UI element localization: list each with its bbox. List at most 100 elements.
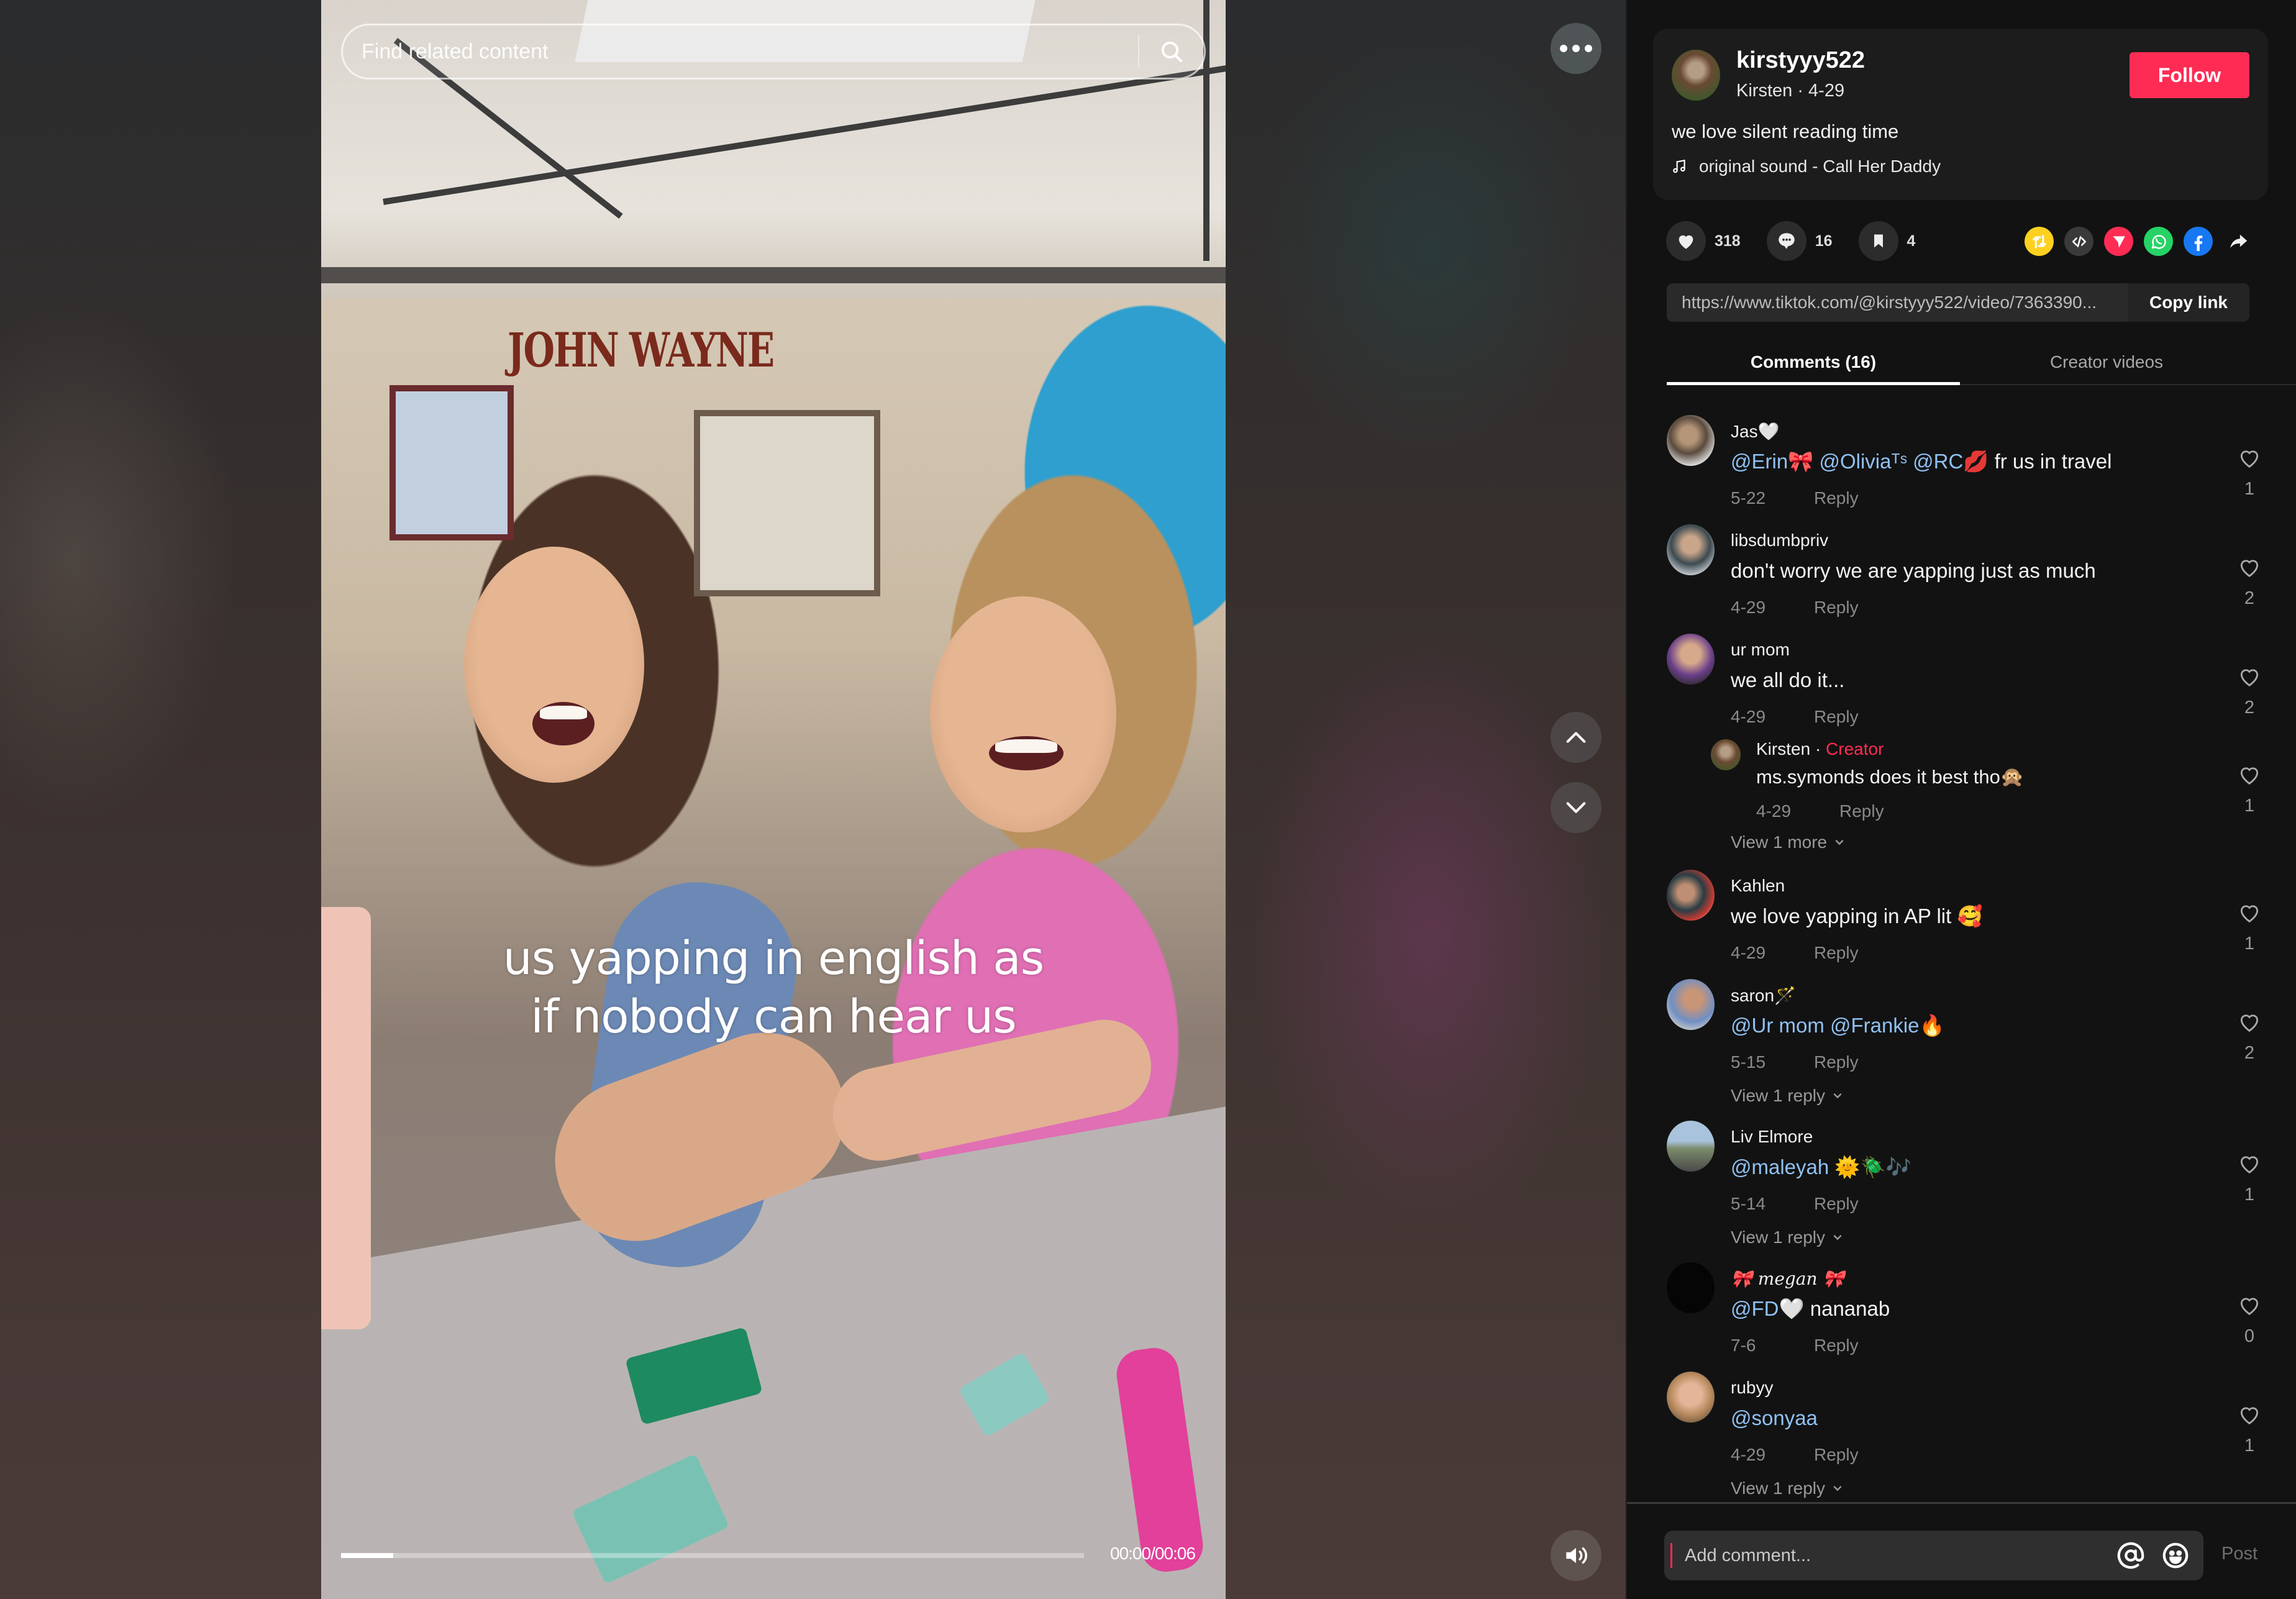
author-username[interactable]: kirstyyy522 [1736, 47, 1865, 74]
heart-icon [1679, 235, 1693, 249]
share-row [2025, 227, 2253, 256]
comment-like-button[interactable]: 1 [2234, 901, 2264, 954]
author-meta: Kirsten · 4-29 [1736, 81, 1845, 101]
caption-line: us yapping in english as [503, 932, 1044, 985]
comment-like-button[interactable]: 2 [2234, 555, 2264, 609]
comment-text: don't worry we are yapping just as much [1731, 559, 2096, 582]
comment-like-count: 1 [2244, 479, 2255, 499]
commenter-avatar[interactable] [1667, 1372, 1715, 1423]
commenter-avatar[interactable] [1667, 1121, 1715, 1172]
comment-like-button[interactable]: 2 [2234, 665, 2264, 718]
emoji-button[interactable] [2159, 1539, 2192, 1572]
chevron-down-icon [1833, 1093, 1842, 1099]
more-options-button[interactable] [1551, 23, 1601, 74]
copy-link-button[interactable]: Copy link [2128, 283, 2249, 322]
comment-button[interactable]: 16 [1766, 221, 1833, 261]
view-more-replies[interactable]: View 1 more [1731, 832, 1846, 852]
commenter-name[interactable]: Kahlen [1731, 876, 1785, 896]
mention-link[interactable]: @FD🤍 [1731, 1297, 1805, 1320]
author-avatar[interactable] [1672, 50, 1720, 101]
next-video-button[interactable] [1551, 782, 1601, 833]
tab-creator-videos[interactable]: Creator videos [1960, 340, 2253, 384]
mention-link[interactable]: @maleyah [1731, 1155, 1829, 1178]
scene-keychain [1113, 1344, 1206, 1575]
view-replies[interactable]: View 1 reply [1731, 1086, 1844, 1106]
commenter-name[interactable]: libsdumbpriv [1731, 531, 1828, 550]
reply-button[interactable]: Reply [1814, 1194, 1859, 1214]
mention-link[interactable]: @Ur mom [1731, 1014, 1824, 1037]
commenter-avatar[interactable] [1667, 870, 1715, 921]
commenter-avatar[interactable] [1667, 524, 1715, 575]
comment-like-button[interactable]: 1 [2234, 1403, 2264, 1456]
heart-outline-icon [2240, 767, 2259, 785]
commenter-name[interactable]: Liv Elmore [1731, 1127, 1813, 1147]
sound-link[interactable]: original sound - Call Her Daddy [1672, 157, 1941, 176]
previous-video-button[interactable] [1551, 712, 1601, 763]
sound-name: original sound - Call Her Daddy [1699, 157, 1941, 176]
comment-like-button[interactable]: 0 [2234, 1293, 2264, 1347]
comment-text: we all do it... [1731, 668, 1845, 691]
bookmark-icon [1874, 234, 1883, 248]
like-count: 318 [1715, 232, 1741, 250]
view-replies-label: View 1 reply [1731, 1478, 1826, 1498]
reply-like-button[interactable]: 1 [2234, 763, 2264, 816]
mention-link[interactable]: @sonyaa [1731, 1406, 1818, 1429]
mention-link[interactable]: @Frankie🔥 [1830, 1014, 1945, 1037]
commenter-name[interactable]: saron🪄 [1731, 985, 1796, 1006]
repost-icon [2032, 234, 2046, 248]
reply-button[interactable]: Reply [1814, 1445, 1859, 1465]
mention-button[interactable] [2114, 1539, 2148, 1572]
tab-comments[interactable]: Comments (16) [1667, 340, 1960, 385]
commenter-avatar[interactable] [1667, 415, 1715, 466]
comment-list[interactable]: Jas🤍 @Erin🎀 @Oliviaᵀˢ @RC💋 fr us in trav… [1627, 386, 2296, 1500]
scene-poster [390, 385, 514, 540]
comment-like-button[interactable]: 2 [2234, 1010, 2264, 1064]
repost-button[interactable] [2025, 227, 2054, 256]
share-arrow-icon [2230, 234, 2247, 248]
send-to-friends-button[interactable] [2104, 227, 2133, 256]
commenter-avatar[interactable] [1667, 1262, 1715, 1313]
whatsapp-button[interactable] [2144, 227, 2173, 256]
commenter-avatar[interactable] [1667, 979, 1715, 1030]
search-input[interactable] [343, 39, 1138, 64]
reply-button[interactable]: Reply [1839, 801, 1884, 821]
reply-button[interactable]: Reply [1814, 943, 1859, 963]
panel-tabs: Comments (16) Creator videos [1667, 340, 2296, 385]
scene-board [694, 410, 880, 596]
commenter-name[interactable]: ur mom [1731, 640, 1790, 660]
composer-divider [1627, 1502, 2296, 1504]
commenter-name[interactable]: rubyy [1731, 1378, 1773, 1398]
replier-name[interactable]: Kirsten · Creator [1756, 739, 1884, 759]
commenter-name[interactable]: 🎀 megan 🎀 [1731, 1269, 1844, 1289]
reply-button[interactable]: Reply [1814, 707, 1859, 727]
volume-button[interactable] [1551, 1530, 1601, 1581]
save-circle [1858, 221, 1898, 261]
video-player[interactable]: JOHN WAYNE us yapping in english as if n… [321, 0, 1226, 1599]
like-button[interactable]: 318 [1666, 221, 1741, 261]
follow-button[interactable]: Follow [2130, 52, 2249, 98]
view-replies[interactable]: View 1 reply [1731, 1228, 1844, 1247]
search-button[interactable] [1139, 25, 1204, 78]
mention-link[interactable]: @Erin🎀 [1731, 450, 1813, 473]
mention-link[interactable]: @RC💋 [1913, 450, 1988, 473]
post-comment-button[interactable]: Post [2221, 1544, 2257, 1564]
view-replies[interactable]: View 1 reply [1731, 1478, 1844, 1498]
comment-like-button[interactable]: 1 [2234, 446, 2264, 499]
volume-icon [1566, 1547, 1587, 1564]
reply-button[interactable]: Reply [1814, 1336, 1859, 1355]
mention-link[interactable]: @Oliviaᵀˢ [1819, 450, 1907, 473]
share-link-text[interactable]: https://www.tiktok.com/@kirstyyy522/vide… [1667, 293, 2128, 312]
share-more-button[interactable] [2223, 227, 2253, 256]
reply-button[interactable]: Reply [1814, 488, 1859, 508]
replier-avatar[interactable] [1711, 739, 1741, 770]
reply-button[interactable]: Reply [1814, 1052, 1859, 1072]
facebook-button[interactable] [2184, 227, 2213, 256]
comment-input[interactable] [1670, 1543, 2114, 1568]
save-button[interactable]: 4 [1858, 221, 1915, 261]
commenter-name[interactable]: Jas🤍 [1731, 421, 1779, 442]
reply-button[interactable]: Reply [1814, 598, 1859, 617]
comment-like-button[interactable]: 1 [2234, 1152, 2264, 1205]
progress-bar[interactable] [341, 1553, 1084, 1558]
commenter-avatar[interactable] [1667, 634, 1715, 685]
embed-button[interactable] [2064, 227, 2093, 256]
